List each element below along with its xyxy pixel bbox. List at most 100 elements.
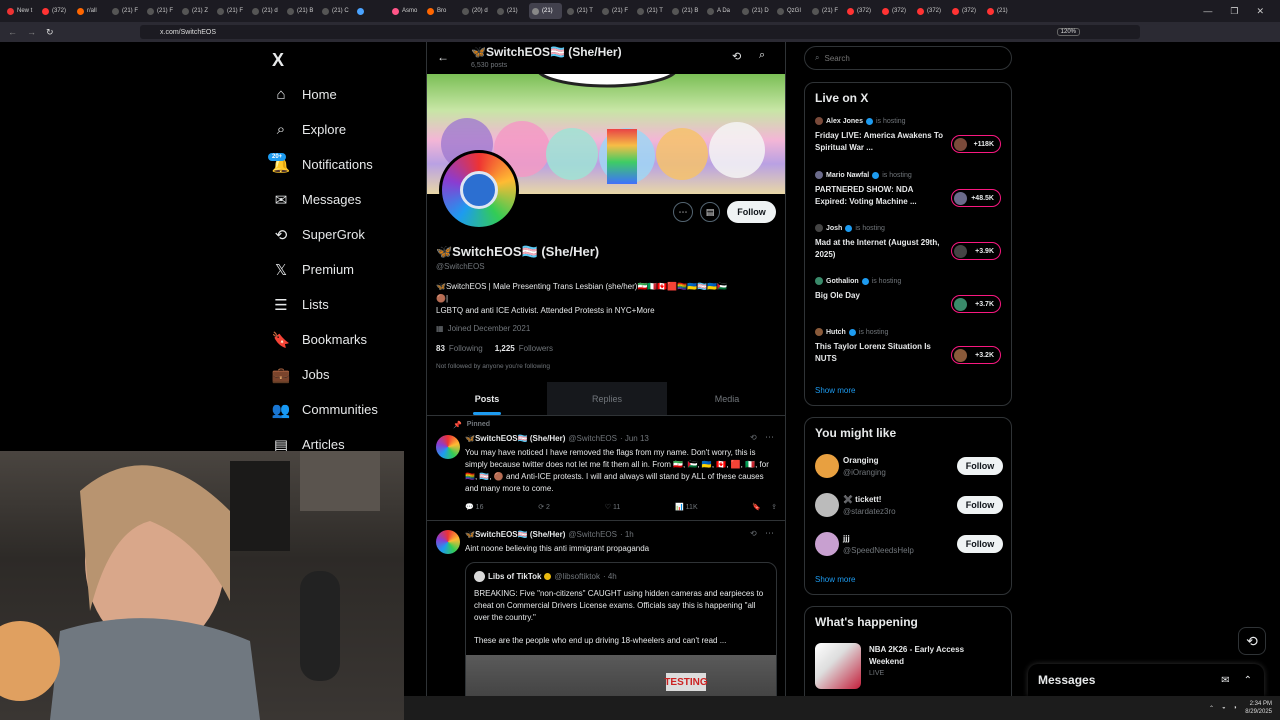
- grok-icon[interactable]: ⟲: [750, 433, 757, 442]
- browser-tab[interactable]: (21) F: [809, 3, 842, 19]
- expand-icon[interactable]: ⌃: [1244, 675, 1252, 686]
- like-button[interactable]: ♡ 11: [605, 503, 621, 511]
- browser-tab[interactable]: (372): [949, 3, 982, 19]
- browser-tab[interactable]: (21): [984, 3, 1017, 19]
- browser-tab[interactable]: (21) T: [564, 3, 597, 19]
- more-options-button[interactable]: ⋯: [673, 202, 693, 222]
- browser-tab[interactable]: (372): [879, 3, 912, 19]
- browser-tab[interactable]: (21) F: [214, 3, 247, 19]
- browser-tab[interactable]: (21) Z: [179, 3, 212, 19]
- bookmark-icon[interactable]: 🔖: [752, 503, 761, 511]
- sidebar-item-messages[interactable]: ✉ Messages: [272, 182, 422, 217]
- grok-icon[interactable]: ⟲: [750, 529, 757, 538]
- grok-float-button[interactable]: ⟲: [1238, 627, 1266, 655]
- browser-tab[interactable]: QzGI: [774, 3, 807, 19]
- live-show-more[interactable]: Show more: [815, 386, 855, 395]
- browser-tab[interactable]: (21) F: [599, 3, 632, 19]
- happening-thumbnail[interactable]: [815, 643, 861, 689]
- reload-icon[interactable]: ↻: [46, 27, 54, 38]
- views-button[interactable]: 📊 11K: [675, 503, 698, 511]
- browser-tab[interactable]: (21) C: [319, 3, 352, 19]
- browser-tab[interactable]: (21) F: [109, 3, 142, 19]
- suggested-account[interactable]: ✖️ tickett! @stardatez3ro Follow: [815, 493, 1003, 519]
- tray-chevron-icon[interactable]: ⌃: [1209, 705, 1214, 712]
- browser-tab[interactable]: r/all: [74, 3, 107, 19]
- following-label[interactable]: Following: [449, 344, 483, 353]
- x-logo[interactable]: X: [272, 50, 284, 71]
- search-icon[interactable]: ⌕: [759, 49, 765, 62]
- post-author-handle[interactable]: @SwitchEOS: [568, 530, 617, 539]
- suggested-follow-button[interactable]: Follow: [957, 496, 1003, 514]
- post-avatar[interactable]: [436, 530, 460, 554]
- volume-icon[interactable]: ◗: [1234, 705, 1238, 711]
- happening-item-title[interactable]: NBA 2K26 - Early Access Weekend: [869, 644, 999, 668]
- browser-tab[interactable]: A Da: [704, 3, 737, 19]
- url-field[interactable]: x.com/SwitchEOS 120%: [140, 25, 1140, 39]
- post-item[interactable]: 🦋SwitchEOS🏳️‍⚧️ (She/Her) @SwitchEOS · 1…: [427, 522, 785, 696]
- browser-tab[interactable]: (21) F: [144, 3, 177, 19]
- suggested-account[interactable]: jjj @SpeedNeedsHelp Follow: [815, 532, 1003, 558]
- subscribe-icon-button[interactable]: ▤: [700, 202, 720, 222]
- post-time[interactable]: · Jun 13: [620, 434, 649, 443]
- share-icon[interactable]: ⇪: [771, 503, 777, 511]
- browser-tab[interactable]: (21) B: [284, 3, 317, 19]
- grok-icon[interactable]: ⟲: [732, 50, 741, 63]
- suggested-follow-button[interactable]: Follow: [957, 457, 1003, 475]
- post-item[interactable]: 📌 Pinned 🦋SwitchEOS🏳️‍⚧️ (She/Her) @Switc…: [427, 417, 785, 521]
- following-count[interactable]: 83: [436, 344, 445, 353]
- compose-message-icon[interactable]: ✉: [1221, 675, 1229, 686]
- overlay-more-icon[interactable]: ⋯: [403, 661, 404, 672]
- post-author-handle[interactable]: @SwitchEOS: [568, 434, 617, 443]
- sidebar-item-notifications[interactable]: 🔔 Notifications: [272, 147, 422, 182]
- browser-tab[interactable]: New t: [4, 3, 37, 19]
- sidebar-item-home[interactable]: ⌂ Home: [272, 77, 422, 112]
- close-icon[interactable]: ✕: [1256, 6, 1264, 17]
- back-icon[interactable]: ←: [8, 27, 17, 37]
- sidebar-item-communities[interactable]: 👥 Communities: [272, 392, 422, 427]
- sidebar-item-premium[interactable]: 𝕏 Premium: [272, 252, 422, 287]
- quoted-media[interactable]: TESTING: [466, 655, 776, 696]
- browser-tab[interactable]: (372): [914, 3, 947, 19]
- browser-tab[interactable]: (21) d: [249, 3, 282, 19]
- live-listener-badge[interactable]: +3.2K: [951, 346, 1001, 364]
- profile-avatar[interactable]: [439, 150, 519, 230]
- browser-tab[interactable]: Bro: [424, 3, 457, 19]
- browser-tab[interactable]: (20) d: [459, 3, 492, 19]
- post-time[interactable]: · 1h: [620, 530, 634, 539]
- clock[interactable]: 2:34 PM 8/29/2025: [1245, 700, 1272, 716]
- minimize-icon[interactable]: —: [1203, 6, 1212, 17]
- browser-tab[interactable]: (372): [844, 3, 877, 19]
- post-author-name[interactable]: 🦋SwitchEOS🏳️‍⚧️ (She/Her): [465, 530, 565, 539]
- live-listener-badge[interactable]: +48.5K: [951, 189, 1001, 207]
- sidebar-item-bookmarks[interactable]: 🔖 Bookmarks: [272, 322, 422, 357]
- browser-tab[interactable]: (21) D: [739, 3, 772, 19]
- reply-button[interactable]: 💬 16: [465, 503, 483, 511]
- live-listener-badge[interactable]: +118K: [951, 135, 1001, 153]
- wifi-icon[interactable]: ◒: [1222, 705, 1226, 711]
- sidebar-item-supergrok[interactable]: ⟲ SuperGrok: [272, 217, 422, 252]
- maximize-icon[interactable]: ❐: [1230, 6, 1238, 17]
- more-icon[interactable]: ⋯: [765, 528, 774, 539]
- post-author-name[interactable]: 🦋SwitchEOS🏳️‍⚧️ (She/Her): [465, 434, 565, 443]
- live-listener-badge[interactable]: +3.7K: [951, 295, 1001, 313]
- followers-count[interactable]: 1,225: [495, 344, 515, 353]
- repost-button[interactable]: ⟳ 2: [538, 503, 550, 511]
- browser-tab[interactable]: (21): [494, 3, 527, 19]
- suggested-account[interactable]: Oranging @iOranging Follow: [815, 454, 1003, 480]
- suggested-follow-button[interactable]: Follow: [957, 535, 1003, 553]
- follow-button[interactable]: Follow: [727, 201, 776, 223]
- zoom-level[interactable]: 120%: [1056, 28, 1080, 36]
- sidebar-item-lists[interactable]: ☰ Lists: [272, 287, 422, 322]
- tab-posts[interactable]: Posts: [427, 382, 547, 415]
- sidebar-item-jobs[interactable]: 💼 Jobs: [272, 357, 422, 392]
- back-arrow-icon[interactable]: ←: [437, 50, 449, 64]
- forward-icon[interactable]: →: [27, 27, 36, 37]
- tab-replies[interactable]: Replies: [547, 382, 667, 415]
- browser-tab[interactable]: (21) T: [634, 3, 667, 19]
- browser-tab[interactable]: Asmo: [389, 3, 422, 19]
- quoted-post[interactable]: Libs of TikTok @libsoftiktok · 4h BREAKI…: [465, 562, 777, 696]
- suggest-show-more[interactable]: Show more: [815, 575, 855, 584]
- more-icon[interactable]: ⋯: [765, 432, 774, 443]
- tab-media[interactable]: Media: [667, 382, 785, 415]
- followers-label[interactable]: Followers: [519, 344, 553, 353]
